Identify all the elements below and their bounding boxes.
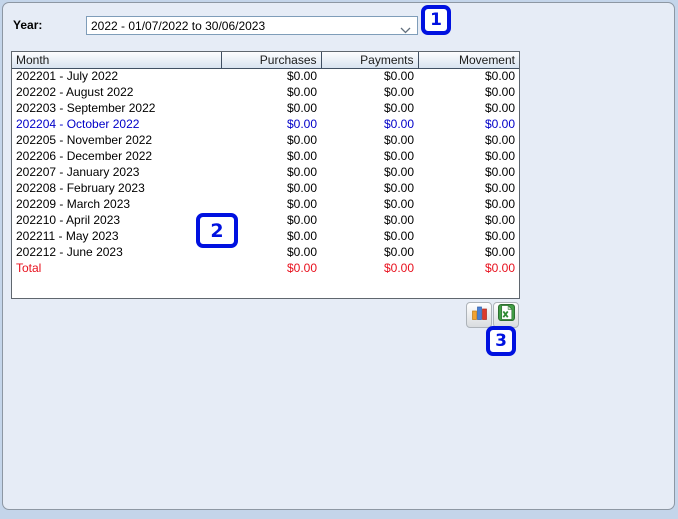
- show-chart-button[interactable]: [466, 302, 492, 328]
- total-purchases: $0.00: [286, 261, 317, 275]
- table-row[interactable]: 202207 - January 2023 $0.00 $0.00 $0.00: [12, 164, 519, 180]
- table-row[interactable]: 202211 - May 2023 $0.00 $0.00 $0.00: [12, 228, 519, 244]
- annotation-mark-1: 1: [421, 5, 451, 35]
- table-row[interactable]: 202206 - December 2022 $0.00 $0.00 $0.00: [12, 148, 519, 164]
- column-header-movement[interactable]: Movement: [418, 52, 519, 69]
- app-window: Year: 2022 - 01/07/2022 to 30/06/2023 Mo…: [0, 0, 678, 519]
- excel-export-icon: [497, 304, 515, 326]
- table-row[interactable]: 202209 - March 2023 $0.00 $0.00 $0.00: [12, 196, 519, 212]
- year-label: Year:: [13, 18, 43, 32]
- year-dropdown-value: 2022 - 01/07/2022 to 30/06/2023: [91, 18, 266, 33]
- annotation-mark-3: 3: [486, 326, 516, 356]
- month-table-body: 202201 - July 2022 $0.00 $0.00 $0.00 202…: [12, 68, 519, 260]
- table-row[interactable]: 202212 - June 2023 $0.00 $0.00 $0.00: [12, 244, 519, 260]
- chevron-down-icon: [400, 23, 411, 37]
- monthly-movement-table: Month Purchases Payments Movement 202201…: [11, 51, 520, 299]
- column-header-payments[interactable]: Payments: [321, 52, 419, 69]
- table-row[interactable]: 202202 - August 2022 $0.00 $0.00 $0.00: [12, 84, 519, 100]
- export-excel-button[interactable]: [493, 302, 519, 328]
- table-row[interactable]: 202203 - September 2022 $0.00 $0.00 $0.0…: [12, 100, 519, 116]
- bar-chart-icon: [471, 304, 488, 326]
- total-movement: $0.00: [484, 261, 515, 275]
- column-header-month[interactable]: Month: [12, 52, 222, 69]
- table-header-row: Month Purchases Payments Movement: [12, 52, 519, 69]
- column-header-purchases[interactable]: Purchases: [221, 52, 322, 69]
- table-row[interactable]: 202201 - July 2022 $0.00 $0.00 $0.00: [12, 68, 519, 84]
- table-row[interactable]: 202204 - October 2022 $0.00 $0.00 $0.00: [12, 116, 519, 132]
- table-row[interactable]: 202210 - April 2023 $0.00 $0.00 $0.00: [12, 212, 519, 228]
- year-dropdown[interactable]: 2022 - 01/07/2022 to 30/06/2023: [86, 16, 418, 35]
- total-payments: $0.00: [383, 261, 414, 275]
- total-label: Total: [16, 261, 42, 275]
- content-panel: Year: 2022 - 01/07/2022 to 30/06/2023 Mo…: [2, 2, 675, 510]
- annotation-mark-2: 2: [196, 213, 238, 248]
- total-row: Total $0.00 $0.00 $0.00: [12, 260, 519, 276]
- table-row[interactable]: 202208 - February 2023 $0.00 $0.00 $0.00: [12, 180, 519, 196]
- table-row[interactable]: 202205 - November 2022 $0.00 $0.00 $0.00: [12, 132, 519, 148]
